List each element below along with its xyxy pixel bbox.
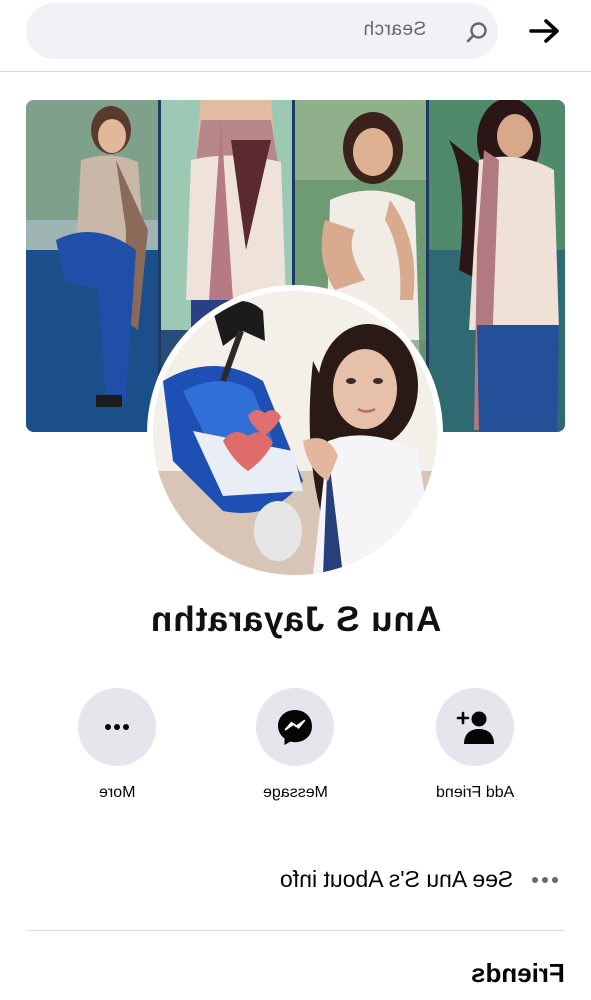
search-placeholder: Search <box>362 19 426 40</box>
arrow-right-icon[interactable] <box>528 16 562 46</box>
search-icon <box>466 22 487 43</box>
more-icon <box>105 724 129 730</box>
about-info-row[interactable]: See Anu S's About info <box>26 860 565 900</box>
more-label: More <box>98 784 136 801</box>
cover-photo-panel <box>26 100 158 432</box>
messenger-icon <box>278 710 312 745</box>
profile-name-row: Anu S Jayarathn <box>0 600 591 640</box>
add-friend-label: Add Friend <box>435 784 515 801</box>
section-divider <box>26 930 565 931</box>
about-info-label[interactable]: See Anu S's About info <box>280 866 513 893</box>
profile-name: Anu S Jayarathn <box>149 600 442 639</box>
profile-picture[interactable] <box>147 285 443 581</box>
cover-photo-panel <box>429 100 565 432</box>
friends-section-title: Friends <box>471 958 565 988</box>
more-button[interactable]: More <box>47 688 187 808</box>
add-friend-button-circle[interactable] <box>436 688 514 766</box>
top-bar: Search <box>0 0 591 72</box>
more-button-circle[interactable] <box>78 688 156 766</box>
avatar <box>153 291 437 575</box>
add-friend-button[interactable]: Add Friend <box>405 688 545 808</box>
more-dots-icon <box>532 877 558 883</box>
message-label: Message <box>262 784 328 801</box>
search-bar[interactable]: Search <box>26 3 498 59</box>
message-button-circle[interactable] <box>256 688 334 766</box>
add-friend-icon <box>456 711 494 744</box>
profile-photo <box>153 291 437 575</box>
message-button[interactable]: Message <box>225 688 365 808</box>
